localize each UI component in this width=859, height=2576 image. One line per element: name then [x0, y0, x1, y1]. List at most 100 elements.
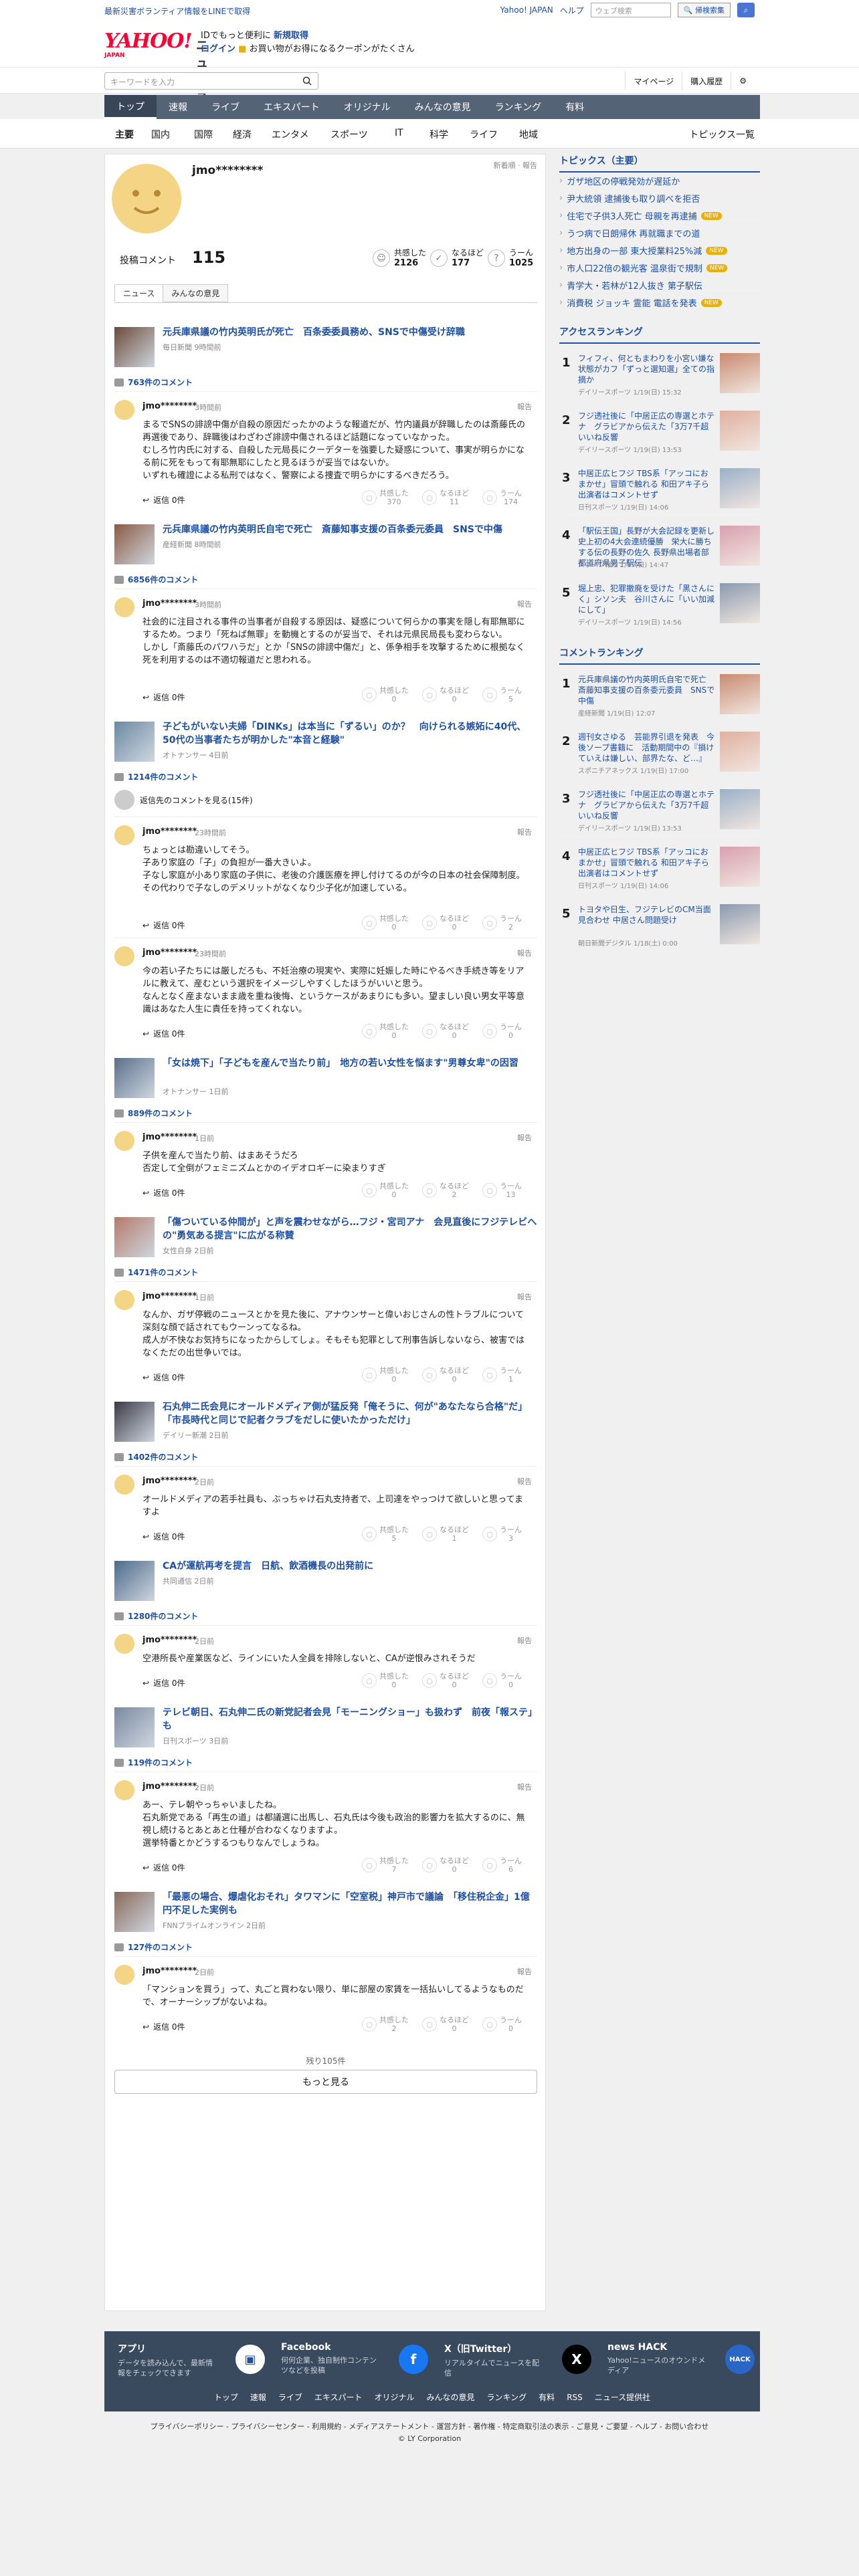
- article-title[interactable]: 「女は焼下」「子どもを産んで当たり前」 地方の若い女性を悩ます"男尊女卑"の因習: [163, 1057, 537, 1070]
- sort-report-links[interactable]: 新着順 · 報告: [494, 160, 538, 171]
- reply-button[interactable]: ↩ 返信 0件: [142, 920, 185, 931]
- hmm-button[interactable]: ○ うーん 13: [482, 1182, 522, 1199]
- hmm-button[interactable]: ○ うーん 3: [482, 1525, 522, 1543]
- empathy-button[interactable]: ○ 共感した 0: [362, 1182, 409, 1199]
- topic-item[interactable]: › 市人口22倍の観光客 温泉街で規制 NEW: [559, 259, 760, 277]
- insightful-button[interactable]: ○ なるほど 0: [422, 686, 469, 704]
- hmm-button[interactable]: ○ うーん 1: [482, 1366, 522, 1384]
- topic-item[interactable]: › 尹大統領 逮捕後も取り調べを拒否: [559, 190, 760, 207]
- empathy-button[interactable]: ○ 共感した 370: [362, 489, 409, 506]
- help-link[interactable]: ヘルプ: [560, 5, 584, 16]
- register-link[interactable]: 新規取得: [274, 31, 308, 41]
- gnav-flash[interactable]: 速報: [157, 95, 199, 119]
- comment-user[interactable]: jmo********: [142, 1635, 197, 1645]
- article-thumbnail[interactable]: [114, 1892, 155, 1932]
- gnav-top[interactable]: トップ: [104, 95, 157, 119]
- report-link[interactable]: 報告: [517, 827, 532, 837]
- report-link[interactable]: 報告: [517, 599, 532, 609]
- gear-icon[interactable]: ⚙: [731, 72, 755, 90]
- insightful-button[interactable]: ○ なるほど 1: [422, 1525, 469, 1543]
- hmm-button[interactable]: ○ うーん 0: [482, 1672, 522, 1689]
- reply-button[interactable]: ↩ 返信 0件: [142, 1028, 185, 1039]
- comment-count-link[interactable]: 6856件のコメント: [114, 574, 198, 585]
- ranking-item[interactable]: 1 元兵庫県議の竹内英明氏自宅で死亡 斎藤知事支援の百条委元委員 SNSで中傷 産経…: [559, 670, 760, 725]
- parent-comment-link[interactable]: 返信先のコメントを見る(15件): [114, 790, 253, 810]
- comment-user[interactable]: jmo********: [142, 599, 197, 609]
- article-thumbnail[interactable]: [114, 1058, 155, 1098]
- empathy-button[interactable]: ○ 共感した 0: [362, 1672, 409, 1689]
- insightful-button[interactable]: ○ なるほど 0: [422, 914, 469, 932]
- comment-count-link[interactable]: 1280件のコメント: [114, 1610, 198, 1622]
- gnav-original[interactable]: オリジナル: [332, 95, 403, 119]
- empathy-button[interactable]: ○ 共感した 7: [362, 1856, 409, 1874]
- footer-app[interactable]: アプリ データを読み込んで、最新情報をチェックできます ▣: [118, 2342, 265, 2378]
- report-link[interactable]: 報告: [517, 1476, 532, 1487]
- web-search-input[interactable]: ウェブ検索: [590, 3, 671, 17]
- purchase-history-link[interactable]: 購入履歴: [682, 72, 731, 90]
- ranking-item[interactable]: 5 トヨタや日生、フジテレビのCM当面見合わせ 中居さん問題受け 朝日新聞デジタル …: [559, 900, 760, 955]
- insightful-button[interactable]: ○ なるほど 0: [422, 1366, 469, 1384]
- hmm-button[interactable]: ○ うーん 174: [482, 489, 522, 506]
- topic-item[interactable]: › 青学大・若林が12人抜き 第子駅伝: [559, 277, 760, 294]
- article-title[interactable]: 元兵庫県議の竹内英明氏自宅で死亡 斎藤知事支援の百条委元委員 SNSで中傷: [163, 523, 537, 536]
- tab-opinions[interactable]: みんなの意見: [163, 284, 229, 302]
- reply-button[interactable]: ↩ 返信 0件: [142, 1531, 185, 1542]
- empathy-button[interactable]: ○ 共感した 0: [362, 1023, 409, 1040]
- comment-user[interactable]: jmo********: [142, 1782, 197, 1792]
- hmm-button[interactable]: ○ うーん 2: [482, 914, 522, 932]
- comment-user[interactable]: jmo********: [142, 1476, 197, 1486]
- footer-nav-item[interactable]: 速報: [250, 2393, 266, 2402]
- category-economy[interactable]: 経済: [233, 128, 252, 141]
- comment-user[interactable]: jmo********: [142, 1291, 197, 1301]
- reply-button[interactable]: ↩ 返信 0件: [142, 1187, 185, 1198]
- news-search-button[interactable]: 🔍 帰検索集: [677, 3, 731, 17]
- ranking-item[interactable]: 4 「駅伝王国」長野が大会記録を更新し史上初の4大会連続優勝 栄大に勝ちする伝の長…: [559, 522, 760, 576]
- hmm-button[interactable]: ○ うーん 0: [482, 2016, 522, 2033]
- disaster-info-link[interactable]: 最新災害ボランティア情報をLINEで取得: [104, 5, 250, 17]
- comment-count-link[interactable]: 127件のコメント: [114, 1941, 193, 1953]
- category-sports[interactable]: スポーツ: [330, 128, 368, 141]
- article-thumbnail[interactable]: [114, 524, 155, 564]
- tab-news[interactable]: ニュース: [114, 284, 164, 302]
- footer-nav-item[interactable]: エキスパート: [314, 2393, 363, 2402]
- ranking-item[interactable]: 5 堀上忠、犯罪撤廃を受けた「黒さんにく」シソン夫 谷川さんに「いい加減にして」デ…: [559, 579, 760, 634]
- gnav-ranking[interactable]: ランキング: [483, 95, 554, 119]
- gnav-expert[interactable]: エキスパート: [252, 95, 332, 119]
- empathy-button[interactable]: ○ 共感した 0: [362, 1366, 409, 1384]
- gnav-paid[interactable]: 有料: [553, 95, 596, 119]
- insightful-button[interactable]: ○ なるほど 0: [422, 2016, 469, 2033]
- login-link[interactable]: ログイン: [201, 44, 235, 54]
- load-more-button[interactable]: もっと見る: [114, 2070, 537, 2094]
- reply-button[interactable]: ↩ 返信 0件: [142, 1677, 185, 1689]
- category-it[interactable]: IT: [395, 128, 403, 138]
- reply-button[interactable]: ↩ 返信 0件: [142, 494, 185, 506]
- article-thumbnail[interactable]: [114, 722, 155, 762]
- footer-nav-item[interactable]: みんなの意見: [427, 2393, 475, 2402]
- article-title[interactable]: 元兵庫県議の竹内英明氏が死亡 百条委委員務め、SNSで中傷受け辞職: [163, 326, 537, 339]
- insightful-button[interactable]: ○ なるほど 2: [422, 1182, 469, 1199]
- ranking-item[interactable]: 2 フジ透社後に「中居正広の専選とホテナ グラビアから伝えた「3万7千超いいね反響…: [559, 407, 760, 461]
- footer-facebook[interactable]: Facebook 何何企業、独自制作コンテンツなどを投稿 f: [281, 2342, 428, 2375]
- insightful-button[interactable]: ○ なるほど 11: [422, 489, 469, 506]
- ranking-item[interactable]: 3 フジ透社後に「中居正広の専選とホテナ グラビアから伝えた「3万7千超いいね反響…: [559, 785, 760, 840]
- report-link[interactable]: 報告: [517, 1132, 532, 1143]
- footer-nav-item[interactable]: トップ: [214, 2393, 238, 2402]
- comment-user[interactable]: jmo********: [142, 401, 197, 411]
- hmm-button[interactable]: ○ うーん 0: [482, 1023, 522, 1040]
- reply-button[interactable]: ↩ 返信 0件: [142, 691, 185, 703]
- topic-item[interactable]: › うつ病で日朗帰休 再就職までの道: [559, 225, 760, 242]
- keyword-search-input[interactable]: キーワードを入力: [104, 72, 318, 90]
- report-link[interactable]: 報告: [517, 948, 532, 958]
- footer-nav-item[interactable]: ライブ: [278, 2393, 302, 2402]
- category-main[interactable]: 主要: [115, 128, 134, 141]
- hmm-button[interactable]: ○ うーん 6: [482, 1856, 522, 1874]
- reply-button[interactable]: ↩ 返信 0件: [142, 1372, 185, 1383]
- article-thumbnail[interactable]: [114, 1217, 155, 1257]
- mypage-link[interactable]: マイページ: [625, 72, 682, 90]
- comment-user[interactable]: jmo********: [142, 827, 197, 837]
- comment-count-link[interactable]: 119件のコメント: [114, 1757, 193, 1768]
- ranking-item[interactable]: 2 週刊女さゆる 芸能界引退を発表 今後ソープ書籍に 活動期間中の『損けていえは嫌…: [559, 728, 760, 782]
- empathy-button[interactable]: ○ 共感した 0: [362, 914, 409, 932]
- comment-count-link[interactable]: 1402件のコメント: [114, 1451, 198, 1463]
- category-life[interactable]: ライフ: [470, 128, 498, 141]
